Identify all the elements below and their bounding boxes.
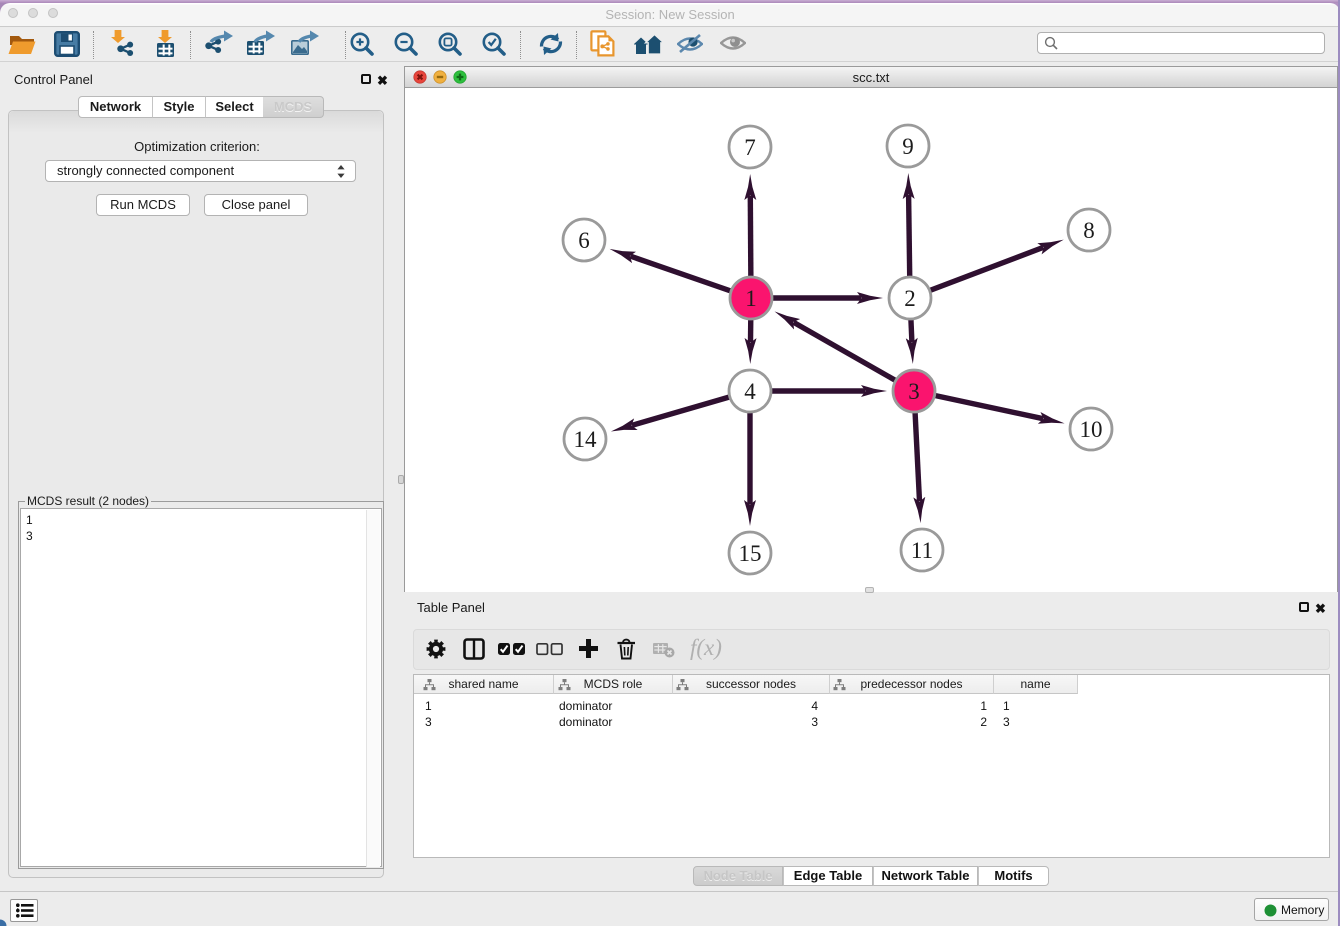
svg-text:11: 11 <box>911 538 933 563</box>
svg-text:3: 3 <box>908 379 920 404</box>
svg-text:2: 2 <box>904 286 916 311</box>
svg-text:8: 8 <box>1083 218 1095 243</box>
svg-text:6: 6 <box>578 228 590 253</box>
svg-text:14: 14 <box>574 427 598 452</box>
svg-text:4: 4 <box>744 379 756 404</box>
svg-text:10: 10 <box>1080 417 1103 442</box>
svg-text:7: 7 <box>744 135 756 160</box>
svg-text:15: 15 <box>739 541 762 566</box>
svg-text:9: 9 <box>902 134 914 159</box>
svg-text:1: 1 <box>745 286 757 311</box>
